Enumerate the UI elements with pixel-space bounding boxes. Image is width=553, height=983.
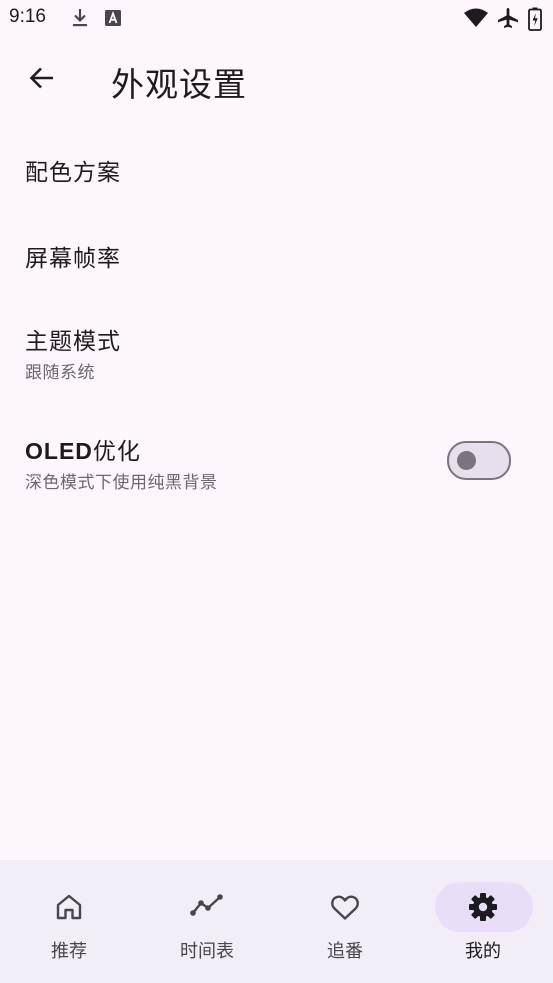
oled-title-cjk: 优化 [92, 439, 141, 465]
nav-item-recommend[interactable]: 推荐 [0, 860, 138, 983]
setting-frame-rate[interactable]: 屏幕帧率 [0, 210, 553, 296]
status-bar: 9:16 [0, 0, 553, 38]
nav-item-timeline[interactable]: 时间表 [138, 860, 276, 983]
nav-item-follow[interactable]: 追番 [276, 860, 414, 983]
page-title: 外观设置 [111, 65, 247, 104]
setting-color-scheme[interactable]: 配色方案 [0, 124, 553, 210]
setting-subtitle: 深色模式下使用纯黑背景 [25, 473, 218, 493]
airplane-icon [496, 7, 520, 33]
download-icon [70, 7, 90, 33]
setting-theme-mode[interactable]: 主题模式 跟随系统 [0, 296, 553, 406]
heart-icon [328, 890, 362, 924]
nav-label: 时间表 [180, 941, 234, 962]
app-bar: 外观设置 [0, 38, 553, 124]
back-button[interactable] [18, 56, 66, 104]
switch-thumb [457, 451, 476, 470]
arrow-back-icon [28, 64, 56, 96]
setting-title: OLED优化 [25, 432, 141, 466]
battery-charging-icon [528, 7, 542, 35]
nav-label: 我的 [465, 941, 501, 962]
oled-toggle-switch[interactable] [447, 441, 511, 480]
setting-title: 屏幕帧率 [25, 246, 121, 272]
nav-label: 推荐 [51, 941, 87, 962]
setting-subtitle: 跟随系统 [25, 363, 95, 383]
bottom-navigation: 推荐 时间表 追番 我的 [0, 860, 553, 983]
home-icon [52, 890, 86, 924]
setting-title: 配色方案 [25, 160, 121, 186]
timeline-icon [190, 890, 224, 924]
nav-item-mine[interactable]: 我的 [414, 860, 552, 983]
nav-label: 追番 [327, 941, 363, 962]
gear-icon [466, 890, 500, 924]
setting-title: 主题模式 [25, 329, 121, 355]
a-box-icon [104, 7, 122, 33]
oled-title-latin: OLED [25, 438, 93, 464]
status-time: 9:16 [9, 6, 46, 27]
wifi-icon [463, 7, 489, 33]
